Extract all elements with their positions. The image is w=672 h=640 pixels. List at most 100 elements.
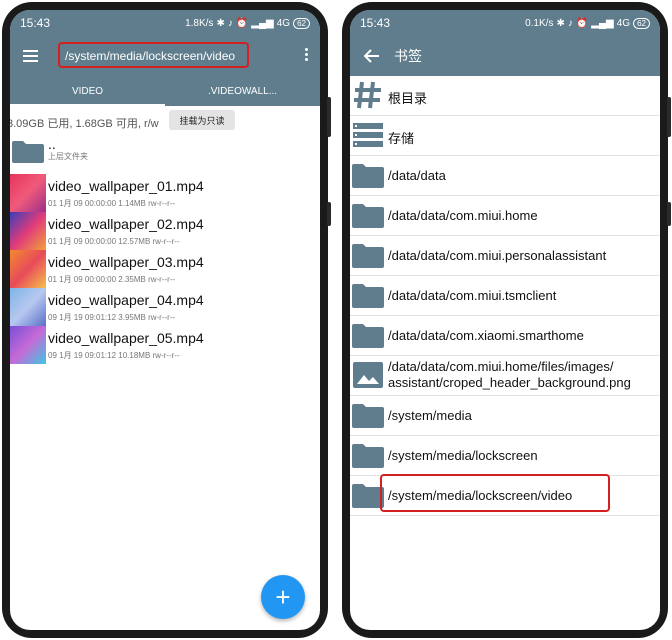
folder-icon [352, 444, 384, 468]
folder-icon [352, 164, 384, 188]
file-row[interactable]: video_wallpaper_04.mp4 09 1月 19 09:01:12… [10, 288, 320, 326]
volume-button [327, 97, 331, 137]
file-row[interactable]: video_wallpaper_01.mp4 01 1月 09 00:00:00… [10, 174, 320, 212]
video-thumbnail [10, 212, 46, 250]
network-speed: 0.1K/s [525, 17, 554, 29]
tab-bar: VIDEO .VIDEOWALL... [10, 76, 320, 106]
video-thumbnail [10, 250, 46, 288]
bookmark-label: /system/media/lockscreen [388, 448, 538, 463]
mute-icon: ♪ [227, 17, 233, 29]
file-meta: 01 1月 09 00:00:00 1.14MB rw-r--r-- [48, 199, 176, 208]
bookmark-label: /data/data/com.miui.home/files/images/ a… [388, 359, 631, 391]
bookmark-label: /data/data/com.miui.tsmclient [388, 288, 557, 303]
bookmark-item[interactable]: /data/data/com.miui.home/files/images/ a… [350, 356, 660, 396]
bookmark-item[interactable]: /data/data [350, 156, 660, 196]
network-speed: 1.8K/s [185, 17, 214, 29]
bookmark-label: /data/data/com.miui.home [388, 208, 538, 223]
right-phone: 15:43 0.1K/s ✱ ♪ ⏰ ▂▄▆ 4G 62 书签 根目录 存储 /… [342, 2, 671, 638]
status-bar: 15:43 1.8K/s ✱ ♪ ⏰ ▂▄▆ 4G 62 [10, 10, 320, 36]
parent-folder-name: .. [48, 136, 56, 152]
status-time: 15:43 [20, 16, 51, 30]
storage-info: 3.09GB 已用, 1.68GB 可用, r/w [10, 118, 159, 130]
network-type: 4G [276, 17, 291, 29]
signal-icon: ▂▄▆ [251, 17, 274, 29]
folder-icon [352, 244, 384, 268]
folder-icon [352, 404, 384, 428]
menu-icon[interactable] [10, 36, 50, 76]
video-thumbnail [10, 174, 46, 212]
bookmark-label: /data/data [388, 168, 446, 183]
file-name: video_wallpaper_01.mp4 [48, 178, 204, 194]
more-options-icon[interactable] [305, 48, 308, 61]
bookmark-label-line2: assistant/croped_header_background.png [388, 375, 631, 390]
folder-icon [352, 324, 384, 348]
image-icon [353, 362, 383, 388]
file-name: video_wallpaper_03.mp4 [48, 254, 204, 270]
video-thumbnail [10, 326, 46, 364]
bookmark-label: /system/media [388, 408, 472, 423]
back-arrow-icon[interactable] [350, 36, 394, 76]
file-meta: 01 1月 09 00:00:00 2.35MB rw-r--r-- [48, 275, 176, 284]
bookmark-label: /data/data/com.miui.personalassistant [388, 248, 607, 263]
hash-icon [354, 81, 381, 109]
file-meta: 09 1月 19 09:01:12 10.18MB rw-r--r-- [48, 351, 180, 360]
file-row[interactable]: video_wallpaper_02.mp4 01 1月 09 00:00:00… [10, 212, 320, 250]
bookmark-item[interactable]: /data/data/com.miui.tsmclient [350, 276, 660, 316]
bookmark-item[interactable]: /data/data/com.miui.personalassistant [350, 236, 660, 276]
parent-folder-row[interactable]: .. 上层文件夹 [10, 136, 320, 174]
page-title: 书签 [394, 48, 422, 64]
bookmark-item[interactable]: 存储 [350, 116, 660, 156]
network-type: 4G [616, 17, 631, 29]
alarm-icon: ⏰ [235, 17, 249, 29]
folder-icon [352, 284, 384, 308]
bookmark-label: 存储 [388, 131, 415, 146]
file-meta: 01 1月 09 00:00:00 12.57MB rw-r--r-- [48, 237, 180, 246]
folder-icon [352, 204, 384, 228]
app-bar: 书签 [350, 36, 660, 76]
file-name: video_wallpaper_04.mp4 [48, 292, 204, 308]
current-path[interactable]: /system/media/lockscreen/video [65, 49, 235, 63]
signal-icon: ▂▄▆ [591, 17, 614, 29]
mute-icon: ♪ [567, 17, 573, 29]
storage-info-row: 3.09GB 已用, 1.68GB 可用, r/w 挂载为只读 [10, 106, 320, 136]
bookmark-label-line1: /data/data/com.miui.home/files/images/ [388, 359, 614, 374]
alarm-icon: ⏰ [575, 17, 589, 29]
file-row[interactable]: video_wallpaper_03.mp4 01 1月 09 00:00:00… [10, 250, 320, 288]
status-time: 15:43 [360, 16, 391, 30]
status-bar: 15:43 0.1K/s ✱ ♪ ⏰ ▂▄▆ 4G 62 [350, 10, 660, 36]
folder-icon [12, 141, 44, 163]
bookmark-item[interactable]: /data/data/com.miui.home [350, 196, 660, 236]
storage-icon [353, 123, 383, 147]
left-screen: 15:43 1.8K/s ✱ ♪ ⏰ ▂▄▆ 4G 62 /system/med… [10, 10, 320, 630]
status-icons: 0.1K/s ✱ ♪ ⏰ ▂▄▆ 4G 62 [525, 17, 650, 29]
left-phone: 15:43 1.8K/s ✱ ♪ ⏰ ▂▄▆ 4G 62 /system/med… [2, 2, 331, 638]
power-button [667, 202, 671, 226]
bluetooth-icon: ✱ [216, 17, 225, 29]
bookmark-label: /data/data/com.xiaomi.smarthome [388, 328, 584, 343]
tab-video[interactable]: VIDEO [10, 76, 165, 106]
power-button [327, 202, 331, 226]
bookmark-item[interactable]: 根目录 [350, 76, 660, 116]
app-bar: /system/media/lockscreen/video [10, 36, 320, 76]
video-thumbnail [10, 288, 46, 326]
parent-folder-label: 上层文件夹 [48, 152, 88, 161]
mount-readonly-button[interactable]: 挂载为只读 [169, 110, 235, 130]
add-button[interactable]: + [261, 575, 305, 619]
file-meta: 09 1月 19 09:01:12 3.95MB rw-r--r-- [48, 313, 176, 322]
bookmark-item[interactable]: /system/media [350, 396, 660, 436]
bookmark-label: 根目录 [388, 91, 428, 106]
bookmark-item[interactable]: /system/media/lockscreen [350, 436, 660, 476]
right-screen: 15:43 0.1K/s ✱ ♪ ⏰ ▂▄▆ 4G 62 书签 根目录 存储 /… [350, 10, 660, 630]
bookmark-label: /system/media/lockscreen/video [388, 488, 573, 503]
file-row[interactable]: video_wallpaper_05.mp4 09 1月 19 09:01:12… [10, 326, 320, 364]
file-name: video_wallpaper_05.mp4 [48, 330, 204, 346]
bluetooth-icon: ✱ [556, 17, 565, 29]
file-name: video_wallpaper_02.mp4 [48, 216, 204, 232]
battery-indicator: 62 [293, 17, 310, 29]
status-icons: 1.8K/s ✱ ♪ ⏰ ▂▄▆ 4G 62 [185, 17, 310, 29]
volume-button [667, 97, 671, 137]
bookmark-item[interactable]: /system/media/lockscreen/video [350, 474, 660, 516]
battery-indicator: 62 [633, 17, 650, 29]
bookmark-item[interactable]: /data/data/com.xiaomi.smarthome [350, 316, 660, 356]
tab-videowallpaper[interactable]: .VIDEOWALL... [165, 76, 320, 106]
